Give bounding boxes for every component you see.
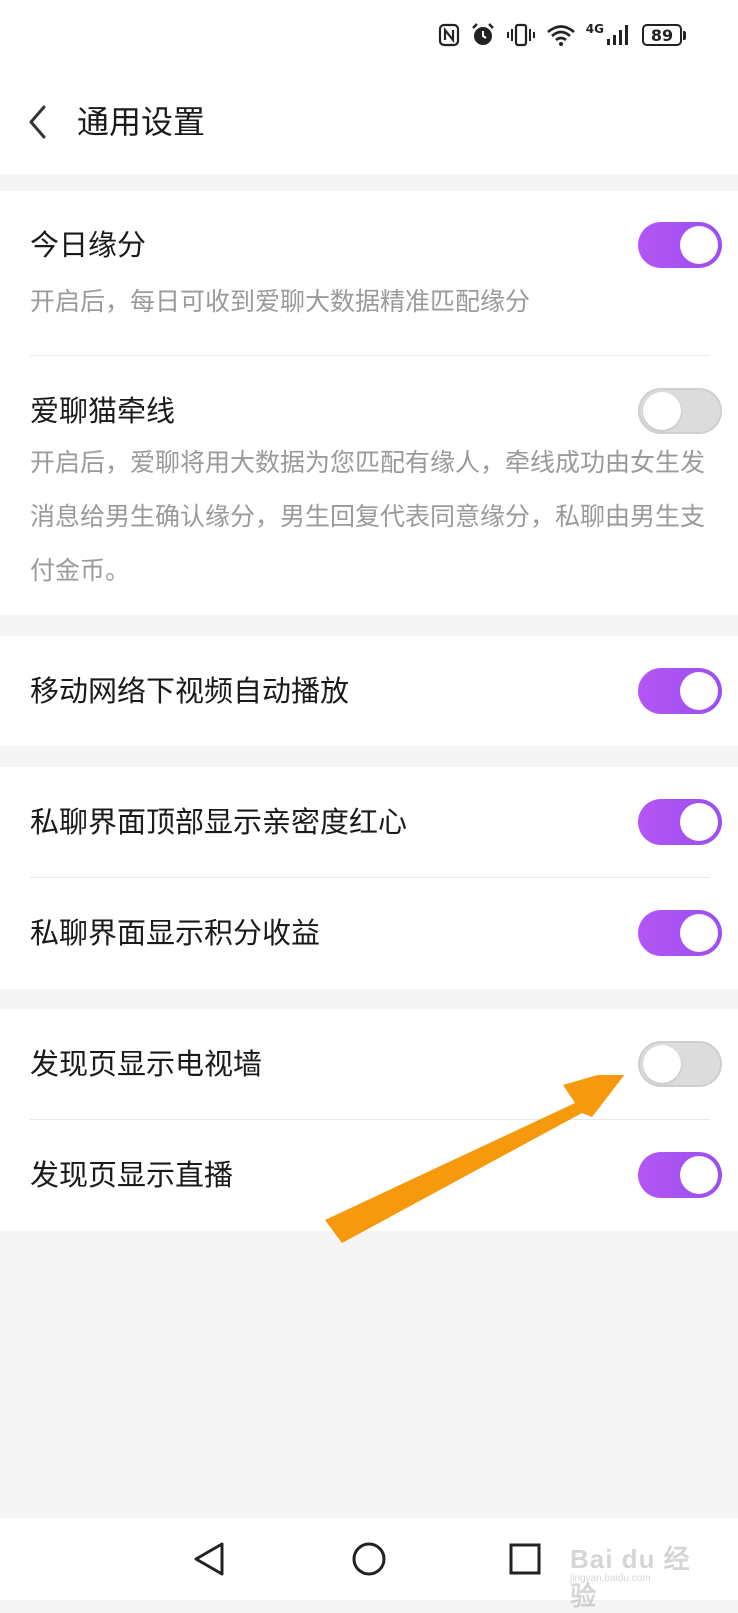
setting-row-points-income: 私聊界面显示积分收益 (0, 878, 738, 989)
live-stream-toggle[interactable] (638, 1152, 722, 1198)
setting-title: 发现页显示电视墙 (30, 1047, 263, 1081)
setting-title: 私聊界面顶部显示亲密度红心 (30, 805, 408, 839)
status-bar: 4G 89 (0, 0, 738, 70)
setting-row-tv-wall: 发现页显示电视墙 (0, 1009, 738, 1119)
setting-row-matchmaker: 爱聊猫牵线 开启后，爱聊将用大数据为您匹配有缘人，牵线成功由女生发消息给男生确认… (0, 356, 738, 615)
today-match-toggle[interactable] (638, 222, 722, 268)
battery-tip (683, 30, 686, 40)
recents-square-icon (509, 1543, 541, 1575)
back-triangle-icon (194, 1542, 224, 1576)
setting-row-autoplay: 移动网络下视频自动播放 (0, 636, 738, 746)
settings-card-video: 移动网络下视频自动播放 (0, 636, 738, 746)
chevron-left-icon (29, 105, 46, 139)
page-title: 通用设置 (77, 103, 206, 141)
setting-title: 移动网络下视频自动播放 (30, 674, 350, 708)
setting-title: 私聊界面显示积分收益 (30, 916, 321, 950)
autoplay-video-toggle[interactable] (638, 668, 722, 714)
toggle-knob (680, 226, 718, 264)
header: 通用设置 (0, 70, 738, 174)
wifi-icon (546, 25, 575, 46)
nav-back-button[interactable] (186, 1536, 232, 1582)
setting-row-intimacy-heart: 私聊界面顶部显示亲密度红心 (0, 767, 738, 877)
nav-recents-button[interactable] (502, 1536, 548, 1582)
toggle-knob (643, 1045, 681, 1083)
status-icons: 4G 89 (438, 20, 686, 50)
settings-card-private-chat: 私聊界面顶部显示亲密度红心 私聊界面显示积分收益 (0, 767, 738, 989)
settings-card-discover: 发现页显示电视墙 发现页显示直播 (0, 1009, 738, 1231)
nav-home-button[interactable] (346, 1536, 392, 1582)
toggle-knob (680, 672, 718, 710)
system-nav-bar (0, 1518, 738, 1600)
toggle-knob (680, 1156, 718, 1194)
network-type-label: 4G (585, 22, 604, 36)
battery-level: 89 (642, 24, 682, 46)
home-circle-icon (352, 1542, 386, 1576)
battery-icon: 89 (642, 24, 686, 46)
tv-wall-toggle[interactable] (638, 1041, 722, 1087)
intimacy-heart-toggle[interactable] (638, 799, 722, 845)
nfc-icon (438, 23, 459, 47)
matchmaker-toggle[interactable] (638, 388, 722, 434)
toggle-knob (643, 392, 681, 430)
alarm-icon (471, 23, 494, 45)
setting-description: 开启后，爱聊将用大数据为您匹配有缘人，牵线成功由女生发消息给男生确认缘分，男生回… (30, 448, 706, 585)
vibrate-icon (506, 23, 535, 47)
setting-row-today-match: 今日缘分 开启后，每日可收到爱聊大数据精准匹配缘分 (0, 191, 738, 355)
settings-card-matching: 今日缘分 开启后，每日可收到爱聊大数据精准匹配缘分 爱聊猫牵线 开启后，爱聊将用… (0, 191, 738, 615)
back-button[interactable] (18, 100, 58, 144)
signal-icon (607, 25, 628, 45)
setting-row-live-stream: 发现页显示直播 (0, 1120, 738, 1231)
toggle-knob (680, 803, 718, 841)
setting-description: 开启后，每日可收到爱聊大数据精准匹配缘分 (30, 287, 531, 316)
setting-title: 今日缘分 (30, 228, 147, 262)
setting-title: 发现页显示直播 (30, 1158, 234, 1192)
toggle-knob (680, 914, 718, 952)
setting-title: 爱聊猫牵线 (30, 394, 176, 428)
points-income-toggle[interactable] (638, 910, 722, 956)
